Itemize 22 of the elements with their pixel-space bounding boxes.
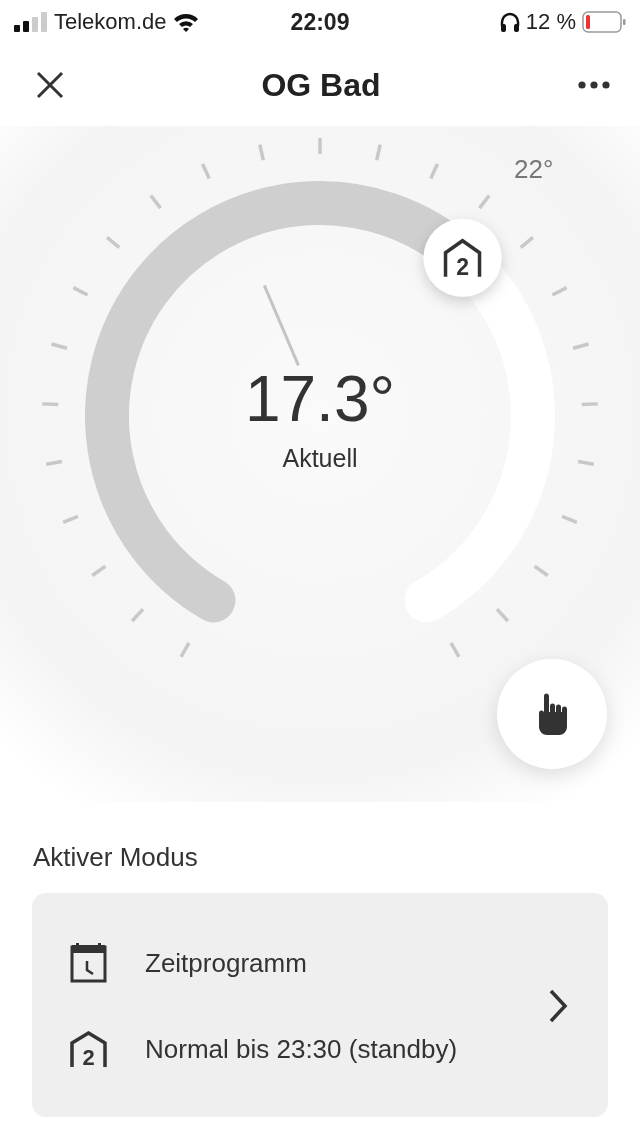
carrier-name: Telekom.de: [54, 9, 167, 35]
more-icon: [578, 81, 610, 89]
active-mode-card[interactable]: Zeitprogramm 2 Normal bis 23:30 (standby): [32, 893, 608, 1117]
current-temperature: 17.3°: [244, 362, 396, 436]
signal-icon: [14, 12, 48, 32]
battery-percent: 12 %: [525, 9, 576, 35]
close-icon: [36, 71, 64, 99]
headphones-icon: [499, 12, 520, 32]
more-button[interactable]: [578, 81, 610, 89]
battery-icon: [582, 11, 626, 33]
wifi-icon: [172, 12, 199, 32]
section-heading: Aktiver Modus: [33, 842, 199, 873]
setpoint-label: 22°: [514, 154, 554, 185]
room-title: OG Bad: [260, 66, 382, 104]
calendar-clock-icon: [70, 943, 107, 983]
dial-knob[interactable]: 2: [423, 218, 502, 297]
mode-label: Zeitprogramm: [145, 947, 307, 979]
clock-time: 22:09: [290, 8, 350, 36]
mode-label: Normal bis 23:30 (standby): [145, 1033, 458, 1065]
close-button[interactable]: [36, 71, 64, 99]
temperature-caption: Aktuell: [282, 444, 358, 473]
chevron-right-icon: [548, 989, 568, 1023]
